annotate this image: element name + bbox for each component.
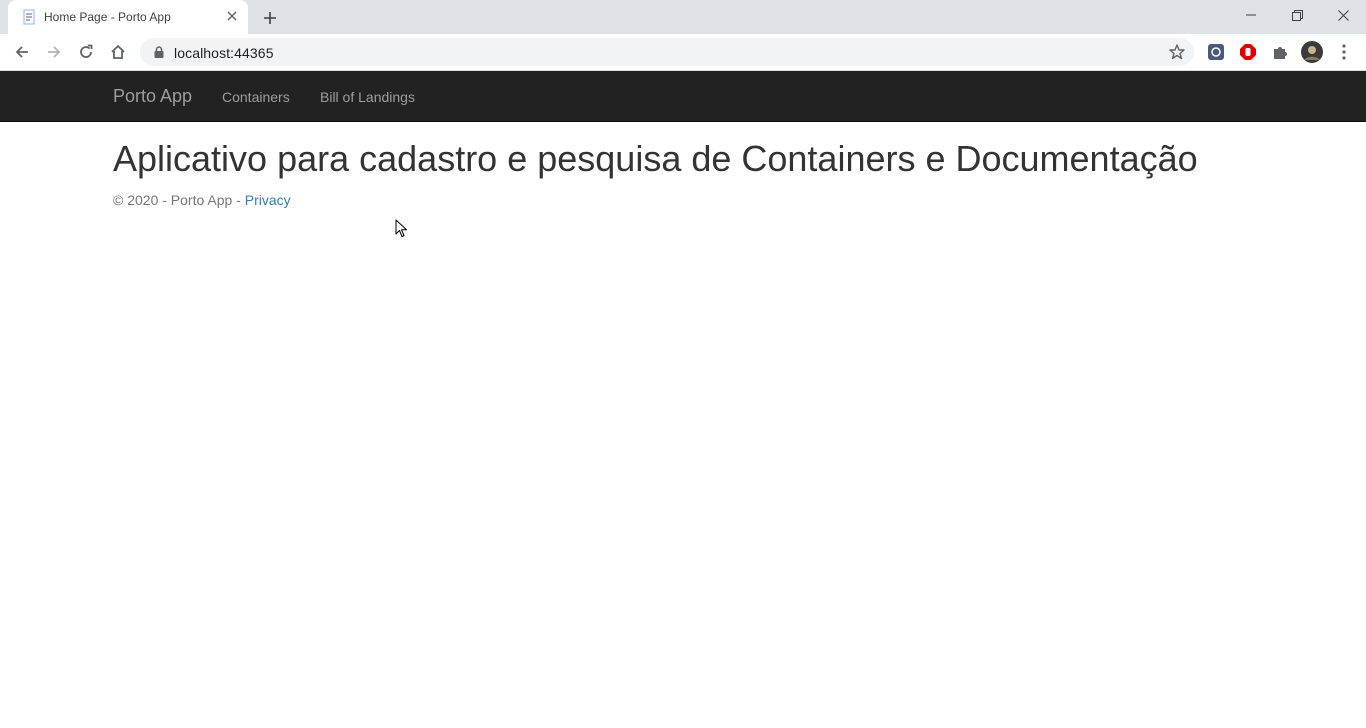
new-tab-icon[interactable] bbox=[258, 6, 282, 30]
document-icon bbox=[23, 9, 35, 25]
tab-title: Home Page - Porto App bbox=[44, 10, 171, 24]
address-bar[interactable]: localhost:44365 bbox=[140, 38, 1194, 66]
kebab-menu-icon[interactable] bbox=[1334, 42, 1354, 62]
extension-icon[interactable] bbox=[1206, 42, 1226, 62]
close-window-icon[interactable] bbox=[1320, 0, 1366, 30]
arrow-left-icon[interactable] bbox=[8, 38, 36, 66]
mouse-cursor-icon bbox=[395, 219, 407, 237]
nav-link-bill-of-landings[interactable]: Bill of Landings bbox=[320, 89, 415, 105]
avatar[interactable] bbox=[1300, 40, 1324, 64]
adblock-icon[interactable] bbox=[1238, 42, 1258, 62]
arrow-right-icon[interactable] bbox=[40, 38, 68, 66]
star-icon[interactable] bbox=[1168, 43, 1186, 61]
restore-icon[interactable] bbox=[1274, 0, 1320, 30]
home-icon[interactable] bbox=[104, 38, 132, 66]
page-heading: Aplicativo para cadastro e pesquisa de C… bbox=[113, 138, 1198, 179]
footer: © 2020 - Porto App - Privacy bbox=[113, 192, 291, 208]
close-tab-icon[interactable] bbox=[224, 8, 240, 24]
tab-strip: Home Page - Porto App bbox=[0, 0, 1366, 34]
url-text[interactable]: localhost:44365 bbox=[174, 45, 274, 61]
reload-icon[interactable] bbox=[72, 38, 100, 66]
brand-link[interactable]: Porto App bbox=[113, 86, 192, 107]
browser-tab[interactable]: Home Page - Porto App bbox=[8, 0, 248, 34]
browser-toolbar: localhost:44365 bbox=[0, 34, 1366, 71]
privacy-link[interactable]: Privacy bbox=[245, 192, 291, 208]
puzzle-icon[interactable] bbox=[1270, 42, 1290, 62]
nav-link-containers[interactable]: Containers bbox=[222, 89, 290, 105]
minimize-icon[interactable] bbox=[1228, 0, 1274, 30]
lock-icon[interactable] bbox=[152, 45, 166, 59]
footer-text: © 2020 - Porto App - bbox=[113, 192, 245, 208]
site-navbar: Porto App Containers Bill of Landings bbox=[0, 71, 1366, 122]
